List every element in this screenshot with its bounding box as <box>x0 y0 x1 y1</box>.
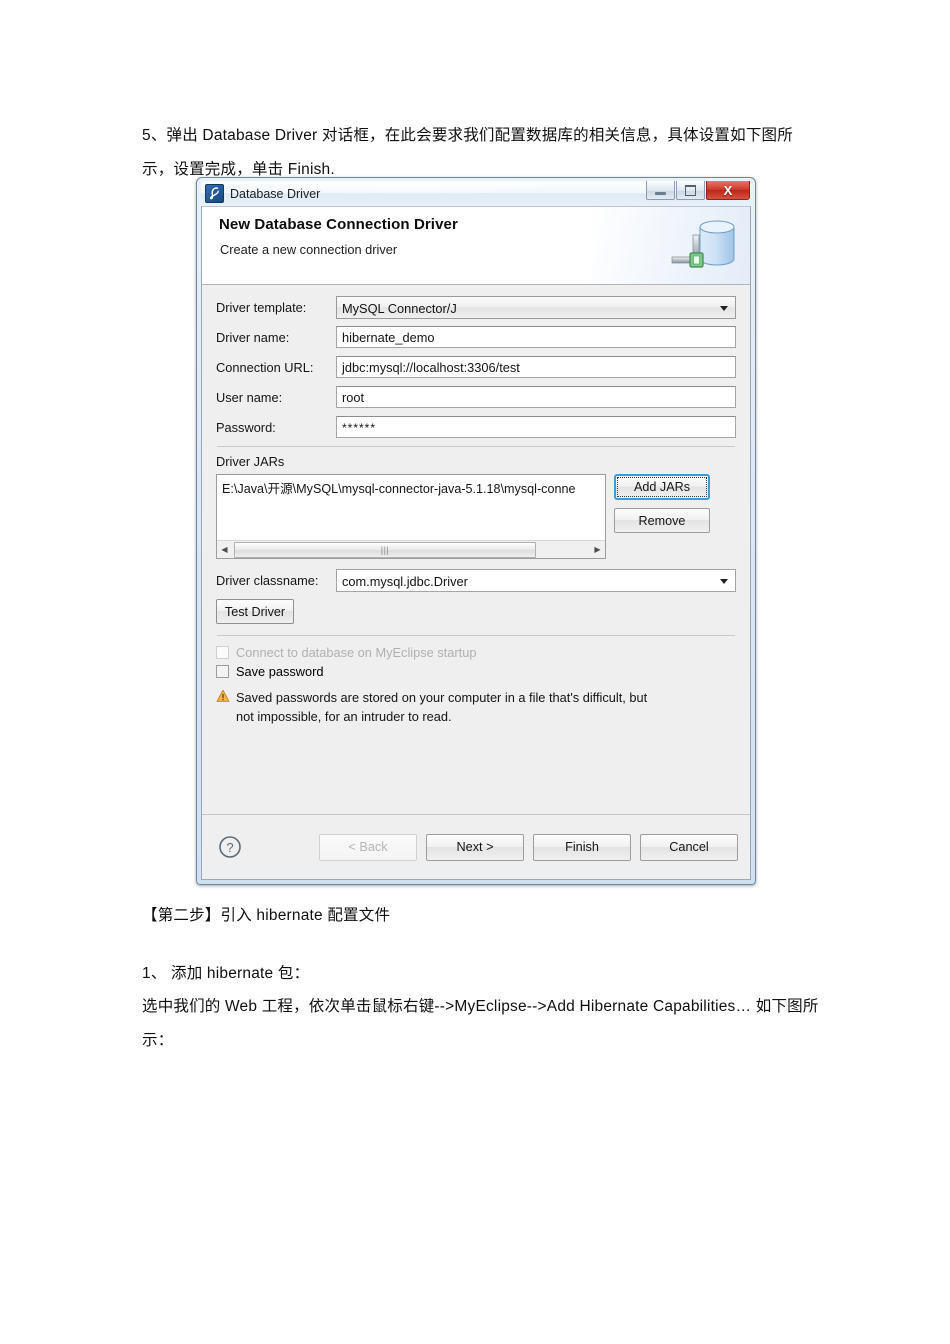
scrollbar-grip-icon: ||| <box>380 544 390 555</box>
driver-template-select[interactable]: MySQL Connector/J <box>336 295 736 319</box>
dialog-body: Driver template: MySQL Connector/J Drive… <box>202 285 750 814</box>
save-password-label: Save password <box>236 664 324 679</box>
connect-on-startup-checkbox <box>216 646 229 659</box>
dialog-title: Database Driver <box>230 186 321 201</box>
field-row-driver-name: Driver name: hibernate_demo <box>216 326 736 348</box>
chevron-down-icon <box>720 578 728 584</box>
connection-url-label: Connection URL: <box>216 359 314 375</box>
driver-jars-label: Driver JARs <box>216 454 285 469</box>
warning-line-2: not impossible, for an intruder to read. <box>236 709 452 724</box>
cancel-button-label: Cancel <box>669 840 709 854</box>
dialog-header: New Database Connection Driver Create a … <box>202 207 750 285</box>
step-two-heading: 【第二步】引入 hibernate 配置文件 <box>142 907 391 924</box>
finish-button[interactable]: Finish <box>533 833 631 861</box>
field-row-password: Password: ****** <box>216 416 736 438</box>
cancel-button[interactable]: Cancel <box>640 833 738 861</box>
database-cylinder-icon <box>670 213 736 279</box>
finish-button-label: Finish <box>565 840 599 854</box>
driver-classname-value: com.mysql.jdbc.Driver <box>342 573 468 589</box>
checkbox-row-connect-on-startup[interactable]: Connect to database on MyEclipse startup <box>216 645 736 660</box>
myeclipse-icon <box>205 184 224 203</box>
checkbox-row-save-password[interactable]: Save password <box>216 664 736 679</box>
driver-template-label: Driver template: <box>216 299 307 315</box>
scroll-left-arrow-icon[interactable]: ◀ <box>217 541 232 558</box>
dialog-client-area: New Database Connection Driver Create a … <box>201 206 751 880</box>
next-button-label: Next > <box>456 840 494 854</box>
field-row-driver-classname: Driver classname: com.mysql.jdbc.Driver <box>216 568 736 592</box>
test-driver-button[interactable]: Test Driver <box>216 599 294 624</box>
help-question-icon[interactable]: ? <box>218 835 242 859</box>
database-driver-dialog[interactable]: Database Driver X New Database Connectio… <box>196 177 756 885</box>
connection-url-input[interactable]: jdbc:mysql://localhost:3306/test <box>336 356 736 378</box>
user-name-input[interactable]: root <box>336 386 736 408</box>
remove-button[interactable]: Remove <box>614 508 710 533</box>
field-row-driver-template: Driver template: MySQL Connector/J <box>216 295 736 319</box>
minimize-icon[interactable] <box>646 181 675 200</box>
dialog-title-bar[interactable]: Database Driver X <box>201 181 751 206</box>
driver-classname-select[interactable]: com.mysql.jdbc.Driver <box>336 568 736 592</box>
driver-jars-list[interactable]: E:\Java\开源\MySQL\mysql-connector-java-5.… <box>216 474 606 559</box>
next-button[interactable]: Next > <box>426 833 524 861</box>
driver-jars-row: E:\Java\开源\MySQL\mysql-connector-java-5.… <box>216 474 736 559</box>
list-item[interactable]: E:\Java\开源\MySQL\mysql-connector-java-5.… <box>217 475 605 497</box>
warning-line-1: Saved passwords are stored on your compu… <box>236 690 648 705</box>
password-input[interactable]: ****** <box>336 416 736 438</box>
scrollbar-track[interactable]: ||| <box>232 541 590 558</box>
password-warning: Saved passwords are stored on your compu… <box>216 688 736 726</box>
svg-text:?: ? <box>226 840 233 855</box>
horizontal-scrollbar[interactable]: ◀ ||| ▶ <box>217 540 605 558</box>
user-name-label: User name: <box>216 389 283 405</box>
connect-on-startup-label: Connect to database on MyEclipse startup <box>236 645 477 660</box>
field-row-connection-url: Connection URL: jdbc:mysql://localhost:3… <box>216 356 736 378</box>
back-button-label: < Back <box>348 840 388 854</box>
scroll-right-arrow-icon[interactable]: ▶ <box>590 541 605 558</box>
driver-template-value: MySQL Connector/J <box>342 300 457 316</box>
driver-name-input[interactable]: hibernate_demo <box>336 326 736 348</box>
driver-jars-buttons: Add JARs Remove <box>614 474 710 533</box>
divider-above-jars <box>217 446 735 447</box>
window-controls[interactable]: X <box>646 181 750 200</box>
maximize-icon[interactable] <box>676 181 705 200</box>
back-button[interactable]: < Back <box>319 833 417 861</box>
dialog-footer: ? < Back Next > Finish Cancel <box>202 814 750 879</box>
warning-triangle-icon <box>216 689 231 726</box>
driver-name-label: Driver name: <box>216 329 290 345</box>
chevron-down-icon <box>720 305 728 311</box>
add-jars-button[interactable]: Add JARs <box>614 474 710 500</box>
password-label: Password: <box>216 419 276 435</box>
field-row-user-name: User name: root <box>216 386 736 408</box>
divider-above-checkboxes <box>217 635 735 636</box>
item-one-detail: 选中我们的 Web 工程，依次单击鼠标右键-->MyEclipse-->Add … <box>142 998 819 1049</box>
password-warning-text: Saved passwords are stored on your compu… <box>236 688 647 726</box>
close-icon[interactable]: X <box>706 181 750 200</box>
item-one-text: 1、 添加 hibernate 包： <box>142 965 310 982</box>
scrollbar-thumb[interactable]: ||| <box>234 542 536 558</box>
save-password-checkbox[interactable] <box>216 665 229 678</box>
driver-classname-label: Driver classname: <box>216 572 319 588</box>
